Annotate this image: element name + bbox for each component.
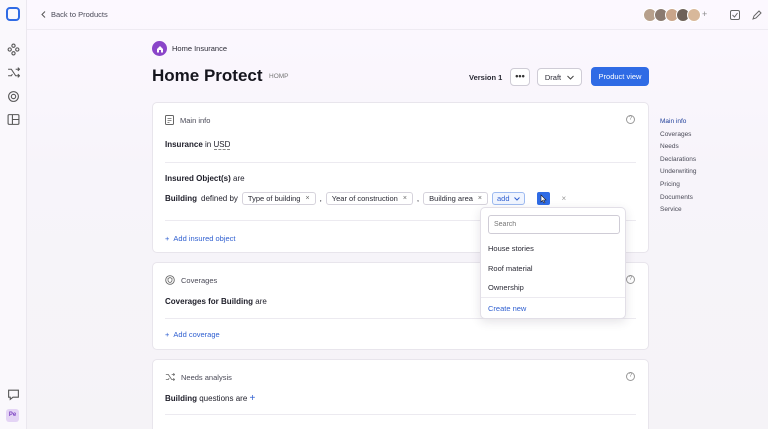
tasks-icon[interactable] [729,9,741,21]
chevron-down-icon [513,196,520,201]
toc-item-main-info[interactable]: Main info [660,116,697,129]
shield-icon [165,275,175,285]
collaborator-avatars[interactable] [643,8,701,22]
back-to-products-link[interactable]: Back to Products [41,10,108,19]
page-title: Home Protect [152,66,263,85]
toc-item-pricing[interactable]: Pricing [660,179,697,192]
object-name[interactable]: Building [165,194,197,203]
add-coverage-link[interactable]: + Add coverage [165,330,220,339]
dropdown-option[interactable]: Roof material [488,264,533,273]
product-code: HOMP [269,73,289,80]
building-definition-line: Building defined by Type of building × ,… [165,192,566,205]
toc-item-service[interactable]: Service [660,204,697,217]
needs-analysis-header: Needs analysis [165,372,232,382]
attribute-label: Year of construction [331,194,398,203]
lifebuoy-icon[interactable] [7,90,20,103]
help-icon[interactable]: ? [626,372,635,381]
version-label[interactable]: Version 1 [469,73,502,82]
insured-objects-line: Insured Object(s) are [165,174,245,183]
attribute-chip[interactable]: Year of construction × [325,192,413,205]
add-coverage-label: Add coverage [173,330,220,339]
divider [481,297,625,298]
remove-attribute-icon[interactable]: × [305,195,309,202]
more-options-button[interactable]: ••• [510,68,530,86]
create-new-option[interactable]: Create new [488,304,526,313]
insurance-label: Insurance [165,140,203,149]
needs-questions-line: Building questions are + [165,393,255,404]
plus-icon: + [165,234,170,243]
add-question-button[interactable]: + [250,393,256,404]
dropdown-option[interactable]: Ownership [488,283,524,292]
coverages-line: Coverages for Building are [165,297,267,306]
chevron-down-icon [567,75,574,80]
edit-icon[interactable] [751,9,763,21]
dropdown-option[interactable]: House stories [488,244,534,253]
chat-icon[interactable] [7,388,20,401]
user-avatar[interactable]: Pe [6,409,19,422]
remove-attribute-icon[interactable]: × [403,195,407,202]
components-icon[interactable] [7,43,20,56]
are-word: are [255,297,267,306]
home-icon [152,41,167,56]
shuffle-icon [165,372,175,382]
needs-analysis-card: Needs analysis ? Building questions are … [152,359,649,429]
toc-item-underwriting[interactable]: Underwriting [660,166,697,179]
toc-item-documents[interactable]: Documents [660,192,697,205]
needs-object[interactable]: Building [165,394,197,403]
insured-objects-label: Insured Object(s) [165,174,231,183]
separator: , [416,194,420,203]
breadcrumb: Home Insurance [152,41,227,56]
currency-selector[interactable]: USD [213,140,231,150]
app-logo-icon[interactable] [6,7,20,21]
status-dropdown[interactable]: Draft [537,68,582,86]
left-rail: Pe [0,0,27,429]
attribute-label: Building area [429,194,473,203]
toc-item-needs[interactable]: Needs [660,141,697,154]
plus-icon: + [165,330,170,339]
section-toc: Main info Coverages Needs Declarations U… [660,116,697,217]
defined-by-word: defined by [201,194,238,203]
collaborator-avatar[interactable] [687,8,701,22]
are-word: are [233,174,245,183]
back-label: Back to Products [51,10,108,19]
help-icon[interactable]: ? [626,115,635,124]
attribute-dropdown-menu: House stories Roof material Ownership Cr… [480,207,626,319]
attribute-chip[interactable]: Type of building × [241,192,316,205]
main-info-header: Main info [165,115,210,125]
attribute-label: Type of building [247,194,301,203]
dropdown-search-input[interactable] [488,215,620,234]
toc-item-declarations[interactable]: Declarations [660,154,697,167]
coverages-heading: Coverages [181,275,218,285]
coverages-header: Coverages [165,275,217,285]
add-insured-object-link[interactable]: + Add insured object [165,234,236,243]
pointer-cursor-icon [536,192,550,205]
document-icon [165,115,174,125]
toc-item-coverages[interactable]: Coverages [660,129,697,142]
add-attribute-dropdown[interactable]: add [492,192,525,205]
add-attribute-label: add [497,194,510,203]
attribute-chip[interactable]: Building area × [423,192,489,205]
coverages-object[interactable]: Building [221,297,253,306]
help-icon[interactable]: ? [626,275,635,284]
needs-analysis-heading: Needs analysis [181,372,232,382]
shuffle-icon[interactable] [7,66,20,79]
top-bar: Back to Products + [27,0,768,30]
chevron-left-icon [41,11,46,18]
insurance-currency-line: Insurance in USD [165,140,231,150]
coverages-label: Coverages for [165,297,219,306]
divider [165,414,636,415]
clear-attributes-icon[interactable]: × [562,194,567,203]
in-word: in [205,140,212,149]
remove-attribute-icon[interactable]: × [478,195,482,202]
status-label: Draft [544,72,562,82]
main-info-heading: Main info [180,115,211,125]
divider [165,162,636,163]
product-view-button[interactable]: Product view [591,67,649,86]
layout-icon[interactable] [7,113,20,126]
add-insured-object-label: Add insured object [173,234,236,243]
product-category[interactable]: Home Insurance [172,44,227,53]
separator: , [319,194,322,203]
questions-are-label: questions are [199,394,248,403]
add-collaborator-button[interactable]: + [702,9,707,19]
